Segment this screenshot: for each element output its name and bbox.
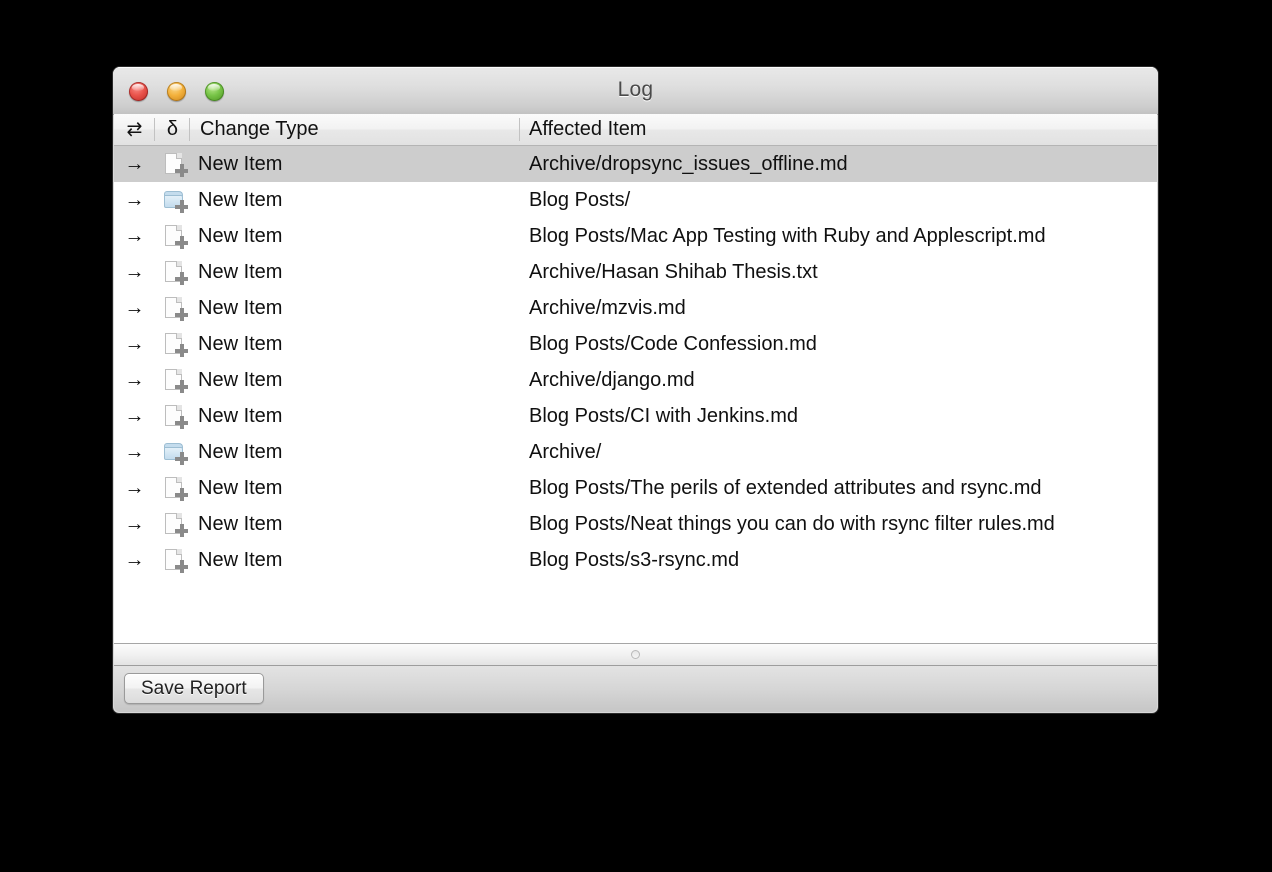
file-add-icon <box>161 403 188 429</box>
file-add-icon <box>161 367 188 393</box>
table-body: → New Item Archive/dropsync_issues_offline… <box>114 146 1157 578</box>
table-row[interactable]: → New Item Archive/ <box>114 434 1157 470</box>
file-add-icon <box>161 151 188 177</box>
row-icon-cell <box>155 547 193 573</box>
row-affected-item: Archive/mzvis.md <box>529 296 686 319</box>
file-add-icon <box>161 547 188 573</box>
row-change-type: New Item <box>198 188 283 211</box>
row-icon-cell <box>155 187 193 213</box>
table-row[interactable]: → New Item Blog Posts/Mac App Testing with… <box>114 218 1157 254</box>
column-header-change-type[interactable]: Change Type <box>190 114 520 145</box>
row-change-type: New Item <box>198 512 283 535</box>
row-direction-arrow-icon: → <box>124 405 145 427</box>
resize-grip-icon[interactable] <box>631 650 640 659</box>
table-row[interactable]: → New Item Blog Posts/CI with Jenkins.md <box>114 398 1157 434</box>
table-row[interactable]: → New Item Archive/Hasan Shihab Thesis.txt <box>114 254 1157 290</box>
file-add-icon <box>161 295 188 321</box>
row-icon-cell <box>155 259 193 285</box>
row-direction-arrow-icon: → <box>124 153 145 175</box>
folder-add-icon <box>161 187 188 213</box>
row-affected-item: Blog Posts/The perils of extended attrib… <box>529 476 1042 499</box>
file-add-icon <box>161 511 188 537</box>
window-title: Log <box>617 78 654 101</box>
log-window: Log ⇄ δ Change Type Affected Item → New I… <box>113 67 1158 713</box>
window-titlebar[interactable]: Log <box>113 67 1158 115</box>
row-direction-arrow-icon: → <box>124 513 145 535</box>
table-row[interactable]: → New Item Blog Posts/ <box>114 182 1157 218</box>
row-direction-arrow-icon: → <box>124 549 145 571</box>
table-row[interactable]: → New Item Archive/dropsync_issues_offline… <box>114 146 1157 182</box>
row-direction-arrow-icon: → <box>124 369 145 391</box>
save-report-button[interactable]: Save Report <box>124 673 264 704</box>
row-icon-cell <box>155 295 193 321</box>
row-affected-item: Archive/Hasan Shihab Thesis.txt <box>529 260 818 283</box>
row-direction-arrow-icon: → <box>124 477 145 499</box>
file-add-icon <box>161 223 188 249</box>
row-affected-item: Archive/dropsync_issues_offline.md <box>529 152 848 175</box>
row-change-type: New Item <box>198 296 283 319</box>
row-change-type: New Item <box>198 548 283 571</box>
row-affected-item: Blog Posts/ <box>529 188 631 211</box>
row-direction-arrow-icon: → <box>124 225 145 247</box>
row-affected-item: Blog Posts/Mac App Testing with Ruby and… <box>529 224 1046 247</box>
column-header-affected-item[interactable]: Affected Item <box>520 114 1157 145</box>
row-change-type: New Item <box>198 152 283 175</box>
window-footer: Save Report <box>114 666 1157 712</box>
row-direction-arrow-icon: → <box>124 261 145 283</box>
file-add-icon <box>161 475 188 501</box>
row-change-type: New Item <box>198 332 283 355</box>
row-change-type: New Item <box>198 440 283 463</box>
row-direction-arrow-icon: → <box>124 333 145 355</box>
row-change-type: New Item <box>198 404 283 427</box>
row-icon-cell <box>155 151 193 177</box>
row-affected-item: Blog Posts/Neat things you can do with r… <box>529 512 1055 535</box>
table-row[interactable]: → New Item Blog Posts/s3-rsync.md <box>114 542 1157 578</box>
row-icon-cell <box>155 403 193 429</box>
table-row[interactable]: → New Item Blog Posts/Neat things you can … <box>114 506 1157 542</box>
row-icon-cell <box>155 439 193 465</box>
row-change-type: New Item <box>198 260 283 283</box>
change-log-table: ⇄ δ Change Type Affected Item → New Item A… <box>114 114 1157 644</box>
table-row[interactable]: → New Item Archive/django.md <box>114 362 1157 398</box>
row-change-type: New Item <box>198 476 283 499</box>
row-direction-arrow-icon: → <box>124 189 145 211</box>
row-change-type: New Item <box>198 368 283 391</box>
row-direction-arrow-icon: → <box>124 441 145 463</box>
row-icon-cell <box>155 367 193 393</box>
row-affected-item: Archive/ <box>529 440 602 463</box>
folder-add-icon <box>161 439 188 465</box>
row-affected-item: Blog Posts/Code Confession.md <box>529 332 817 355</box>
table-header-row: ⇄ δ Change Type Affected Item <box>114 114 1157 146</box>
column-header-delta[interactable]: δ <box>155 114 190 145</box>
column-header-direction[interactable]: ⇄ <box>114 114 155 145</box>
file-add-icon <box>161 331 188 357</box>
row-direction-arrow-icon: → <box>124 297 145 319</box>
table-row[interactable]: → New Item Blog Posts/The perils of extend… <box>114 470 1157 506</box>
row-icon-cell <box>155 331 193 357</box>
row-change-type: New Item <box>198 224 283 247</box>
row-affected-item: Blog Posts/CI with Jenkins.md <box>529 404 798 427</box>
row-icon-cell <box>155 223 193 249</box>
table-row[interactable]: → New Item Blog Posts/Code Confession.md <box>114 326 1157 362</box>
row-affected-item: Blog Posts/s3-rsync.md <box>529 548 740 571</box>
row-icon-cell <box>155 511 193 537</box>
file-add-icon <box>161 259 188 285</box>
row-icon-cell <box>155 475 193 501</box>
screen: Log ⇄ δ Change Type Affected Item → New I… <box>0 0 1272 872</box>
table-row[interactable]: → New Item Archive/mzvis.md <box>114 290 1157 326</box>
row-affected-item: Archive/django.md <box>529 368 695 391</box>
pane-divider[interactable] <box>114 644 1157 666</box>
